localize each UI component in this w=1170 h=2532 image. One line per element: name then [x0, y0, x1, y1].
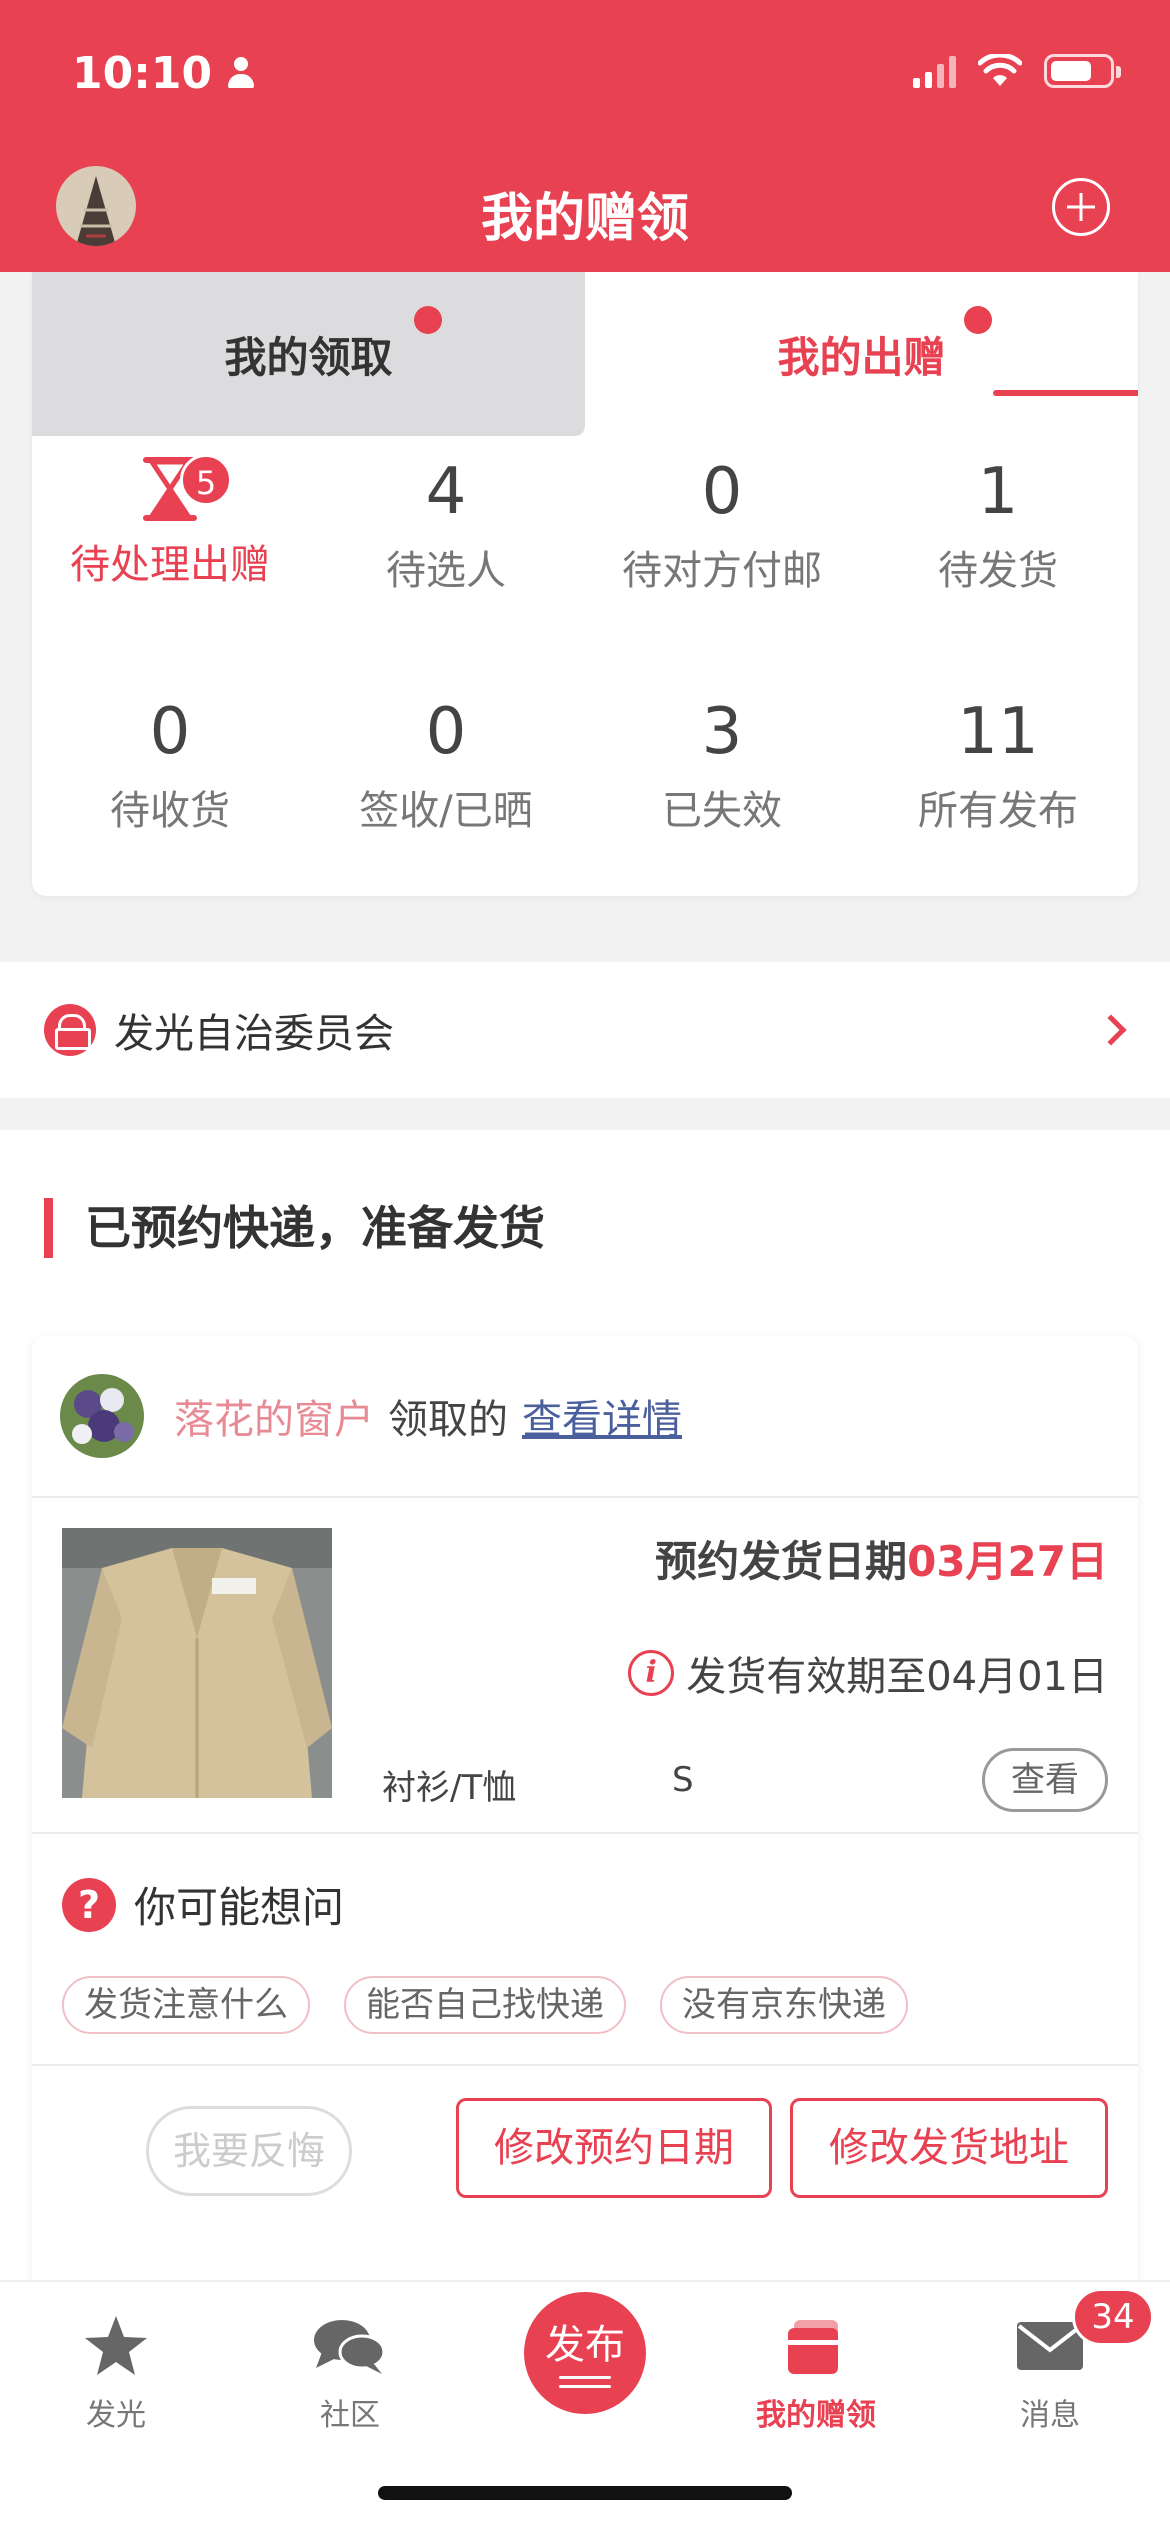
publish-button[interactable]: 发布: [524, 2292, 646, 2414]
tabbar-label: 社区: [320, 2398, 380, 2433]
status-time-text: 10:10: [72, 48, 213, 99]
chat-icon: [250, 2308, 450, 2384]
item-size: S: [672, 1760, 694, 1800]
home-indicator: [378, 2486, 792, 2500]
add-icon[interactable]: [1052, 178, 1110, 236]
notification-dot: [964, 306, 992, 334]
order-card-header: 落花的窗户 领取的 查看详情: [32, 1336, 1138, 1498]
view-button[interactable]: 查看: [982, 1748, 1108, 1812]
order-actions: 我要反悔 修改预约日期 修改发货地址: [32, 2066, 1138, 2232]
battery-icon: [1044, 54, 1121, 88]
shipping-section: 已预约快递，准备发货 落花的窗户 领取的 查看详情 预约发货日期03月27日 i…: [0, 1130, 1170, 2336]
page-title: 我的赠领: [480, 189, 689, 249]
status-icons: [913, 54, 1121, 88]
stat-all-posts[interactable]: 11 所有发布: [860, 692, 1136, 836]
notification-dot: [414, 306, 442, 334]
ship-date-value: 03月27日: [907, 1537, 1108, 1586]
stat-pending-postage[interactable]: 0 待对方付邮: [584, 452, 860, 596]
ship-date-label: 预约发货日期: [655, 1537, 908, 1586]
active-tab-indicator: [993, 390, 1138, 396]
tabbar-item-glow[interactable]: 发光: [16, 2308, 216, 2434]
publish-label: 发布: [545, 2322, 625, 2368]
stat-label: 待发货: [938, 548, 1058, 594]
gift-box-icon: [716, 2308, 916, 2384]
message-count-badge: 34: [1072, 2288, 1154, 2346]
order-card: 落花的窗户 领取的 查看详情 预约发货日期03月27日 i 发货有效期至04月0…: [32, 1336, 1138, 2336]
tab-my-given[interactable]: 我的出赠: [585, 272, 1138, 436]
stat-value: 0: [425, 695, 467, 769]
regret-button[interactable]: 我要反悔: [146, 2106, 352, 2196]
person-icon: [226, 56, 256, 91]
stat-label: 待收货: [110, 788, 230, 834]
stat-value: 3: [701, 695, 743, 769]
item-category: 衬衫/T恤: [382, 1768, 517, 1808]
committee-icon: [44, 1004, 96, 1056]
stat-label: 已失效: [662, 788, 782, 834]
stat-pending-receive[interactable]: 0 待收货: [32, 692, 308, 836]
stat-label: 待选人: [386, 548, 506, 594]
change-date-button[interactable]: 修改预约日期: [456, 2098, 772, 2198]
faq-header: ? 你可能想问: [62, 1874, 344, 1935]
stat-label: 待对方付邮: [622, 548, 822, 594]
wifi-icon: [978, 54, 1022, 86]
user-avatar[interactable]: [60, 1374, 144, 1458]
faq-chip[interactable]: 发货注意什么: [62, 1976, 310, 2034]
item-thumbnail[interactable]: [62, 1528, 332, 1798]
tabbar-item-community[interactable]: 社区: [250, 2308, 450, 2434]
tabbar-label: 发光: [86, 2398, 146, 2433]
valid-period-text: 发货有效期至04月01日: [686, 1654, 1108, 1700]
stat-value: 4: [425, 455, 467, 529]
stat-value: 0: [149, 695, 191, 769]
stat-grid: 5 待处理出赠 4 待选人 0 待对方付邮 1 待发货 0 待收货 0 签收/已…: [32, 436, 1138, 896]
user-name-link[interactable]: 落花的窗户: [174, 1387, 374, 1445]
valid-period: i 发货有效期至04月01日: [628, 1644, 1108, 1702]
stat-value: 1: [977, 455, 1019, 529]
faq-section: ? 你可能想问 发货注意什么 能否自己找快递 没有京东快递: [32, 1834, 1138, 2066]
chevron-right-icon: [1095, 1014, 1127, 1046]
stat-label: 待处理出赠: [70, 542, 270, 588]
change-address-button[interactable]: 修改发货地址: [790, 2098, 1108, 2198]
tabbar-label: 我的赠领: [756, 2398, 876, 2433]
stat-expired[interactable]: 3 已失效: [584, 692, 860, 836]
stat-signed[interactable]: 0 签收/已晒: [308, 692, 584, 836]
tab-my-received[interactable]: 我的领取: [32, 272, 585, 436]
tab-my-given-label: 我的出赠: [777, 332, 946, 382]
cellular-signal-icon: [913, 54, 956, 88]
stat-value: 11: [957, 695, 1039, 769]
stat-value: 0: [701, 455, 743, 529]
stat-label: 签收/已晒: [359, 788, 533, 834]
item-row: 预约发货日期03月27日 i 发货有效期至04月01日 衬衫/T恤 S 查看: [32, 1498, 1138, 1834]
star-icon: [16, 2308, 216, 2384]
committee-row[interactable]: 发光自治委员会: [0, 962, 1170, 1098]
faq-chip[interactable]: 能否自己找快递: [344, 1976, 626, 2034]
info-icon: i: [628, 1650, 675, 1696]
ship-date: 预约发货日期03月27日: [655, 1528, 1108, 1589]
publish-icon: [559, 2376, 611, 2388]
tab-my-received-label: 我的领取: [224, 332, 393, 382]
stats-card: 我的领取 我的出赠 5 待处理出赠 4 待选人 0 待对方付邮 1 待发货 0 …: [32, 272, 1138, 896]
receive-text: 领取的: [388, 1397, 508, 1443]
pending-count-badge: 5: [180, 454, 232, 506]
faq-chip[interactable]: 没有京东快递: [660, 1976, 908, 2034]
tabbar-item-my-gifts[interactable]: 我的赠领: [716, 2308, 916, 2434]
tabbar-label: 消息: [1020, 2398, 1080, 2433]
tab-bar: 我的领取 我的出赠: [32, 272, 1138, 436]
stat-label: 所有发布: [918, 788, 1078, 834]
faq-chips: 发货注意什么 能否自己找快递 没有京东快递: [62, 1976, 908, 2034]
question-icon: ?: [62, 1877, 116, 1932]
app-header: 10:10 我的赠领: [0, 0, 1170, 272]
section-title: 已预约快递，准备发货: [44, 1198, 545, 1258]
status-time: 10:10: [72, 48, 256, 99]
committee-label: 发光自治委员会: [114, 1011, 394, 1057]
stat-pending-select[interactable]: 4 待选人: [308, 452, 584, 596]
faq-title: 你可能想问: [134, 1883, 345, 1932]
stat-pending-ship[interactable]: 1 待发货: [860, 452, 1136, 596]
view-detail-link[interactable]: 查看详情: [522, 1387, 682, 1445]
stat-pending-give[interactable]: 5 待处理出赠: [32, 444, 308, 590]
